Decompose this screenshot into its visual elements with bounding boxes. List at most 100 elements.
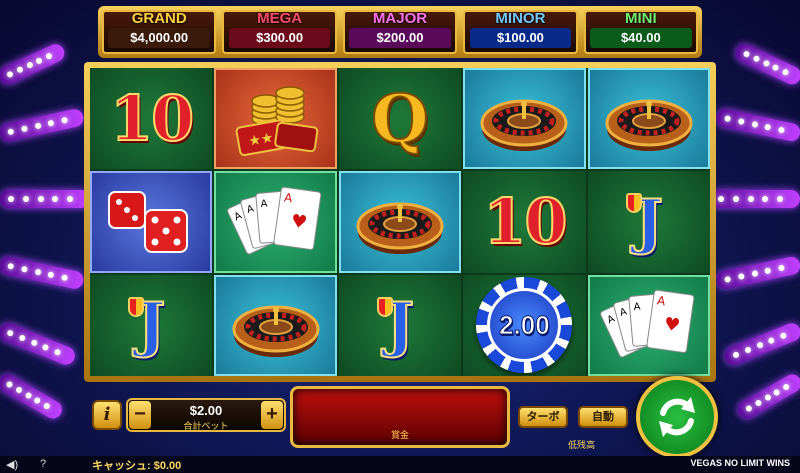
light-bulb (35, 56, 44, 65)
reel-cell (214, 274, 337, 376)
turbo-button[interactable]: ターボ (518, 406, 568, 428)
cash-balance: キャッシュ: $0.00 (92, 460, 182, 472)
reel-cell (338, 171, 462, 273)
neon-ray (714, 255, 800, 291)
light-bulb (47, 271, 55, 279)
ten-symbol: 10 (109, 81, 195, 156)
info-button[interactable]: i (92, 400, 122, 430)
svg-text:♥: ♥ (662, 314, 681, 337)
light-bulb (67, 196, 74, 202)
jackpot-name: GRAND (131, 10, 187, 27)
neon-ray (710, 190, 800, 208)
light-bulb (8, 196, 14, 202)
light-bulb (7, 262, 15, 270)
spin-button[interactable] (636, 376, 718, 458)
reel-frame: 10 ★★ Q A A A A ♥ 10 J J J 2.00 A A A A … (84, 62, 716, 382)
light-bulb (732, 196, 739, 202)
light-bulb (752, 54, 761, 63)
light-bulb (18, 334, 26, 342)
light-bulb (42, 401, 52, 411)
jackpot-bar: GRAND $4,000.00 MEGA $300.00 MAJOR $200.… (98, 6, 702, 58)
light-bulb (61, 274, 69, 282)
neon-ray (0, 107, 86, 143)
light-bulb (743, 346, 752, 354)
jackpot-value: $200.00 (349, 28, 451, 48)
light-bulb (732, 350, 740, 359)
sound-icon[interactable]: ◀) (6, 458, 18, 471)
light-bulb (6, 329, 15, 338)
jackpot-value: $40.00 (590, 28, 692, 48)
dice-icon (108, 190, 189, 253)
light-bulb (52, 196, 59, 202)
roulette-icon (480, 99, 568, 151)
win-label: 賞金 (390, 430, 409, 440)
reel-cell: 2.00 (463, 274, 586, 376)
light-bulb (764, 123, 772, 131)
light-bulb (34, 268, 42, 276)
light-bulb (778, 126, 786, 134)
light-bulb (737, 272, 745, 281)
light-bulb (751, 270, 759, 278)
help-icon[interactable]: ? (40, 458, 46, 470)
light-bulb (24, 391, 33, 400)
low-balance-label: 低残高 (568, 440, 596, 450)
shield-icon (376, 296, 393, 317)
jackpot-name: MEGA (257, 10, 303, 27)
light-bulb (764, 267, 772, 275)
jackpot-name: MAJOR (372, 10, 428, 27)
status-bar: ◀) ? キャッシュ: $0.00 VEGAS NO LIMIT WINS (0, 456, 800, 473)
light-bulb (742, 50, 751, 59)
game-stage: GRAND $4,000.00 MEGA $300.00 MAJOR $200.… (0, 0, 800, 473)
jackpot-name: MINI (624, 10, 657, 27)
jackpot-value: $300.00 (228, 28, 331, 48)
neon-ray (0, 41, 68, 88)
autoplay-button[interactable]: 自動 (578, 406, 628, 428)
neon-ray (0, 371, 66, 422)
game-title: VEGAS NO LIMIT WINS (690, 458, 790, 468)
reel-grid: 10 ★★ Q A A A A ♥ 10 J J J 2.00 A A A A … (90, 68, 710, 376)
reel-cell: A A A A ♥ (214, 171, 337, 273)
neon-ray (0, 320, 78, 368)
light-bulb (724, 115, 732, 123)
win-display: 賞金 (290, 386, 510, 448)
spin-arrows-icon (659, 397, 695, 437)
jackpot-name: MINOR (495, 10, 546, 27)
playing-cards-icon: A A A A ♥ (599, 290, 695, 358)
svg-text:♥: ♥ (289, 211, 308, 234)
light-bulb (7, 128, 15, 136)
light-bulb (14, 385, 23, 394)
light-bulb (755, 341, 764, 350)
light-bulb (762, 196, 769, 202)
jackpot-minor: MINOR $100.00 (463, 10, 578, 54)
jackpot-grand: GRAND $4,000.00 (102, 10, 217, 54)
bet-increase-button[interactable]: + (261, 401, 283, 429)
reel-cell: Q (338, 68, 462, 170)
chip-symbol: 2.00 (476, 277, 573, 374)
light-bulb (5, 380, 14, 389)
light-bulb (25, 61, 34, 70)
light-bulb (767, 336, 776, 345)
light-bulb (737, 117, 745, 126)
reel-cell (90, 171, 213, 273)
light-bulb (47, 119, 55, 127)
light-bulb (754, 399, 763, 408)
light-bulb (20, 265, 28, 273)
roulette-icon (232, 305, 320, 358)
light-bulb (724, 275, 732, 283)
reel-cell: 10 (90, 68, 213, 170)
chip-value: 2.00 (487, 288, 562, 363)
shield-icon (625, 193, 642, 214)
reel-cell: J (587, 171, 710, 273)
reel-cell: 10 (463, 171, 586, 273)
light-bulb (41, 343, 50, 352)
light-bulb (22, 196, 29, 202)
light-bulb (782, 382, 791, 392)
shield-icon (128, 296, 144, 317)
light-bulb (37, 196, 44, 202)
queen-symbol: Q (370, 79, 429, 159)
light-bulb (718, 196, 724, 202)
light-bulb (751, 120, 759, 128)
roulette-icon (356, 202, 444, 254)
neon-ray (0, 190, 90, 208)
light-bulb (61, 116, 69, 124)
